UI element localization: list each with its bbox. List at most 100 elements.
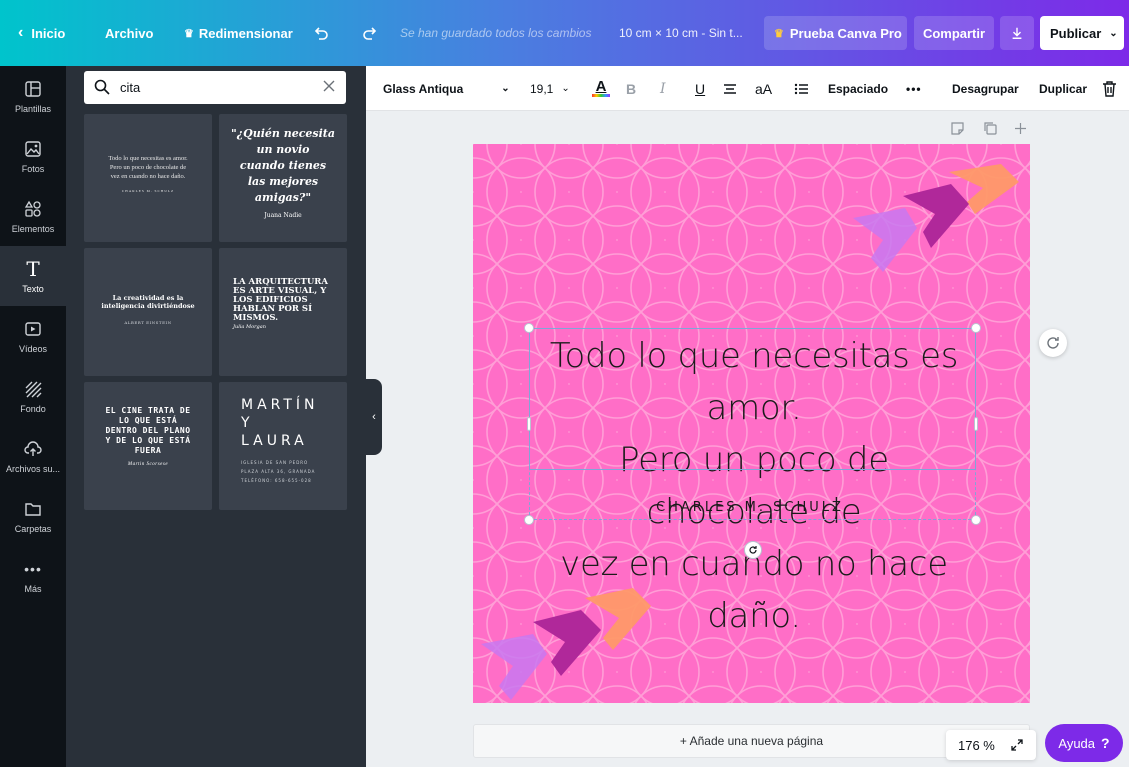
search-icon [94,79,110,95]
tile-subline: PLAZA ALTA 36, GRANADA [241,469,316,474]
side-rail: Plantillas Fotos Elementos T Texto Vídeo… [0,66,66,767]
format-toolbar: Glass Antiqua ⌄ 19,1 ⌄ A B I U aA Espaci… [366,66,1129,111]
resize-label: Redimensionar [198,25,293,41]
redo-icon [363,27,377,40]
side-handle[interactable] [974,417,978,431]
publish-button[interactable]: Publicar ⌄ [1040,16,1124,50]
italic-button[interactable]: I [660,66,666,111]
spacing-button[interactable]: Espaciado [828,66,888,111]
rail-item-text[interactable]: T Texto [0,246,66,306]
uploads-icon [22,438,44,460]
document-title[interactable]: 10 cm × 10 cm - Sin t... [619,0,743,66]
file-menu[interactable]: Archivo [105,0,153,66]
template-tile[interactable]: La creatividad es la inteligencia divirt… [84,248,212,376]
tile-line: DENTRO DEL PLANO [105,426,191,435]
font-size-select[interactable]: 19,1 ⌄ [530,66,570,111]
refresh-icon [1047,337,1059,349]
search-input[interactable]: cita [120,80,140,95]
rail-item-more[interactable]: ••• Más [0,546,66,606]
copy-page-icon[interactable] [984,122,997,135]
crown-icon: ♛ [774,27,784,40]
page-actions [951,120,1031,138]
tile-line: inteligencia divirtiéndose [101,302,195,310]
tile-line: Pero un poco de chocolate de [109,164,187,171]
resize-handle[interactable] [971,323,981,333]
chevron-down-icon: ⌄ [561,83,570,94]
refresh-suggestions-button[interactable] [1039,329,1067,357]
tile-line: vez en cuando no hace daño. [110,173,186,180]
resize-button[interactable]: ♛ Redimensionar [184,0,293,66]
download-button[interactable] [1000,16,1034,50]
resize-handle[interactable] [971,515,981,525]
template-tile[interactable]: LA ARQUITECTURA ES ARTE VISUAL, Y LOS ED… [219,248,347,376]
rail-label: Fotos [21,164,45,174]
tile-line: La creatividad es la [112,294,184,302]
tile-line: amigas?" [254,191,312,204]
tile-author: CHARLES M. SCHULZ [121,189,175,193]
tile-line: LO QUE ESTÁ [118,416,178,425]
note-icon[interactable] [951,122,964,135]
rail-item-videos[interactable]: Vídeos [0,306,66,366]
rotate-handle[interactable] [744,541,762,559]
undo-button[interactable] [313,0,329,66]
template-tile[interactable]: Todo lo que necesitas es amor. Pero un p… [84,114,212,242]
rail-label: Más [24,584,42,594]
list-button[interactable] [794,66,809,111]
more-options-button[interactable]: ••• [906,66,922,111]
rail-label: Vídeos [18,344,48,354]
collapse-panel-button[interactable]: ‹ [366,379,382,455]
letter-case-button[interactable]: aA [755,66,772,111]
help-button[interactable]: Ayuda ? [1045,724,1123,762]
search-box[interactable]: cita [84,71,346,104]
rail-item-uploads[interactable]: Archivos su... [0,426,66,486]
rail-item-photos[interactable]: Fotos [0,126,66,186]
letter-case-label: aA [755,80,773,97]
template-tile[interactable]: EL CINE TRATA DE LO QUE ESTÁ DENTRO DEL … [84,382,212,510]
videos-icon [22,318,44,340]
rail-item-templates[interactable]: Plantillas [0,66,66,126]
fullscreen-icon[interactable] [1011,739,1023,751]
tile-line: LAURA [241,433,308,449]
home-button[interactable]: ‹ Inicio [18,0,65,66]
zoom-control[interactable]: 176 % [946,730,1036,760]
ungroup-button[interactable]: Desagrupar [952,66,1019,111]
clear-search-icon[interactable] [322,79,336,93]
duplicate-button[interactable]: Duplicar [1039,66,1087,111]
template-tile[interactable]: MARTÍN Y LAURA IGLESIA DE SAN PEDRO PLAZ… [219,382,347,510]
text-color-icon: A [595,78,607,95]
font-family-value: Glass Antiqua [383,81,464,96]
template-tile[interactable]: "¿Quién necesita un novio cuando tienes … [219,114,347,242]
italic-icon: I [660,80,666,97]
resize-handle[interactable] [524,323,534,333]
tile-line: las mejores [247,175,319,188]
side-handle[interactable] [527,417,531,431]
bold-button[interactable]: B [626,66,636,111]
more-icon: ••• [24,561,42,577]
top-bar: ‹ Inicio Archivo ♛ Redimensionar Se han … [0,0,1129,66]
tile-line: un novio [256,143,310,156]
tile-author: Juana Nadie [264,212,302,219]
redo-button[interactable] [362,0,378,66]
rail-item-folders[interactable]: Carpetas [0,486,66,546]
rotate-icon [749,546,757,554]
tile-line: "¿Quién necesita [230,127,336,140]
font-family-select[interactable]: Glass Antiqua ⌄ [383,66,510,111]
rail-item-elements[interactable]: Elementos [0,186,66,246]
save-status: Se han guardado todos los cambios [400,26,592,40]
tile-subline: TELÉFONO: 658-655-028 [241,478,312,483]
delete-button[interactable] [1102,66,1117,111]
share-button[interactable]: Compartir [914,16,994,50]
add-page-icon[interactable] [1014,122,1027,135]
chevron-left-icon: ‹ [372,411,376,423]
align-button[interactable] [723,66,737,111]
align-center-icon [724,83,736,94]
text-color-button[interactable]: A [592,66,610,111]
tile-author: ALBERT EINSTEIN [124,320,172,325]
chevron-left-icon: ‹ [18,24,24,41]
try-pro-button[interactable]: ♛ Prueba Canva Pro [764,16,907,50]
underline-button[interactable]: U [695,66,705,111]
resize-handle[interactable] [524,515,534,525]
rail-item-background[interactable]: Fondo [0,366,66,426]
rail-label: Archivos su... [5,464,61,474]
tile-line: MARTÍN [241,397,319,413]
